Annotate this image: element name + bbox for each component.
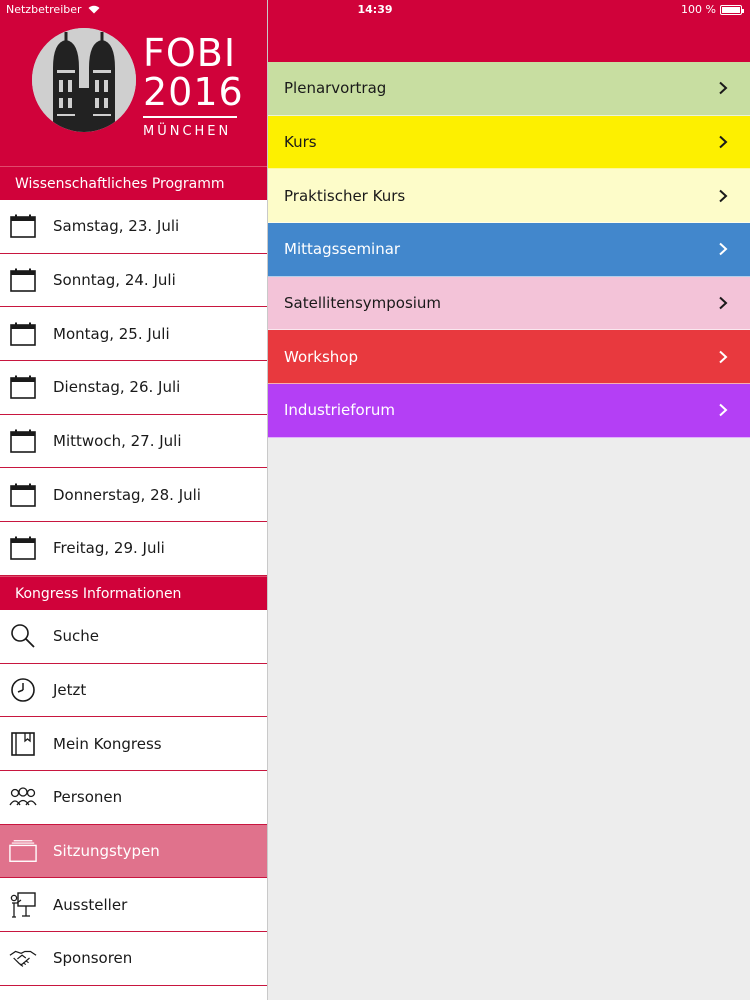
- logo-year: 2016: [143, 70, 244, 114]
- status-time: 14:39: [357, 3, 393, 16]
- sidebar-item-label: Dienstag, 26. Juli: [53, 378, 181, 397]
- calendar-icon: [9, 266, 37, 294]
- clock-icon: [9, 676, 37, 704]
- people-icon: [9, 783, 37, 811]
- sidebar-item-jetzt[interactable]: Jetzt: [0, 663, 267, 718]
- status-bar: Netzbetreiber 14:39 100 %: [0, 0, 750, 20]
- session-type-row-workshop[interactable]: Workshop: [268, 330, 750, 385]
- sidebar-item-sponsoren[interactable]: Sponsoren: [0, 931, 267, 986]
- sidebar-item-label: Sonntag, 24. Juli: [53, 271, 176, 290]
- section-header-programm: Wissenschaftliches Programm: [0, 166, 267, 200]
- sidebar-item-suche[interactable]: Suche: [0, 609, 267, 664]
- sidebar-item-day[interactable]: Sonntag, 24. Juli: [0, 253, 267, 308]
- sidebar-item-label: Donnerstag, 28. Juli: [53, 485, 201, 504]
- search-icon: [9, 622, 37, 650]
- sidebar-item-mein-kongress[interactable]: Mein Kongress: [0, 717, 267, 771]
- sidebar-item-day[interactable]: Dienstag, 26. Juli: [0, 361, 267, 415]
- chevron-right-icon: [718, 189, 730, 203]
- session-type-label: Industrieforum: [284, 401, 395, 420]
- session-type-row-mittagsseminar[interactable]: Mittagsseminar: [268, 223, 750, 277]
- sidebar-item-day[interactable]: Montag, 25. Juli: [0, 307, 267, 362]
- info-list: Suche Jetzt Mein Kongress Personen Sitzungst…: [0, 609, 267, 986]
- session-type-row-plenarvortrag[interactable]: Plenarvortrag: [268, 62, 750, 116]
- session-type-row-kurs[interactable]: Kurs: [268, 115, 750, 170]
- sidebar-item-day[interactable]: Donnerstag, 28. Juli: [0, 468, 267, 523]
- calendar-icon: [9, 320, 37, 348]
- sidebar-item-label: Samstag, 23. Juli: [53, 217, 180, 236]
- session-type-label: Praktischer Kurs: [284, 186, 406, 205]
- calendar-icon: [9, 481, 37, 509]
- logo-title: FOBI: [143, 31, 237, 75]
- session-types-panel: Plenarvortrag Kurs Praktischer Kurs Mittags…: [268, 0, 750, 1000]
- sidebar-item-label: Personen: [53, 788, 123, 807]
- session-type-label: Workshop: [284, 347, 359, 366]
- calendar-icon: [9, 534, 37, 562]
- sidebar-item-label: Mittwoch, 27. Juli: [53, 432, 182, 451]
- logo-divider: [143, 116, 237, 118]
- sidebar-item-label: Jetzt: [53, 680, 87, 699]
- chevron-right-icon: [718, 242, 730, 256]
- sidebar-item-personen[interactable]: Personen: [0, 770, 267, 825]
- bookmark-book-icon: [9, 730, 37, 758]
- logo-text: FOBI 2016 MÜNCHEN: [143, 34, 244, 139]
- section-header-info: Kongress Informationen: [0, 575, 267, 610]
- folders-icon: [9, 837, 37, 865]
- logo-area: FOBI 2016 MÜNCHEN: [0, 0, 267, 166]
- sidebar-item-sitzungstypen[interactable]: Sitzungstypen: [0, 824, 267, 879]
- sidebar-item-label: Aussteller: [53, 895, 128, 914]
- session-type-row-satellitensymposium[interactable]: Satellitensymposium: [268, 276, 750, 331]
- church-towers-icon: [32, 28, 136, 132]
- session-type-list: Plenarvortrag Kurs Praktischer Kurs Mittags…: [268, 62, 750, 438]
- frauenkirche-logo: [32, 28, 136, 132]
- session-type-row-industrieforum[interactable]: Industrieforum: [268, 384, 750, 438]
- calendar-icon: [9, 212, 37, 240]
- sidebar-item-day[interactable]: Freitag, 29. Juli: [0, 522, 267, 576]
- battery-label: 100 %: [681, 3, 716, 16]
- chevron-right-icon: [718, 81, 730, 95]
- status-right: 100 %: [681, 3, 744, 16]
- days-list: Samstag, 23. Juli Sonntag, 24. Juli Montag…: [0, 200, 267, 576]
- handshake-icon: [9, 944, 37, 972]
- sidebar-item-aussteller[interactable]: Aussteller: [0, 878, 267, 932]
- session-type-label: Satellitensymposium: [284, 294, 442, 313]
- battery-icon: [720, 4, 744, 15]
- sidebar-item-day[interactable]: Mittwoch, 27. Juli: [0, 414, 267, 469]
- sidebar-item-label: Mein Kongress: [53, 734, 162, 753]
- sidebar-item-label: Sponsoren: [53, 949, 133, 968]
- sidebar-item-label: Suche: [53, 627, 100, 646]
- sidebar-item-label: Montag, 25. Juli: [53, 324, 170, 343]
- sidebar-item-label: Sitzungstypen: [53, 841, 160, 860]
- session-type-row-praktischer-kurs[interactable]: Praktischer Kurs: [268, 169, 750, 224]
- calendar-icon: [9, 373, 37, 401]
- sidebar-item-day[interactable]: Samstag, 23. Juli: [0, 200, 267, 254]
- logo-city: MÜNCHEN: [143, 124, 232, 139]
- sidebar-item-label: Freitag, 29. Juli: [53, 539, 165, 558]
- chevron-right-icon: [718, 403, 730, 417]
- sidebar: FOBI 2016 MÜNCHEN Wissenschaftliches Pro…: [0, 0, 268, 1000]
- chevron-right-icon: [718, 296, 730, 310]
- chevron-right-icon: [718, 135, 730, 149]
- presenter-icon: [9, 891, 37, 919]
- chevron-right-icon: [718, 350, 730, 364]
- session-type-label: Kurs: [284, 133, 317, 152]
- calendar-icon: [9, 427, 37, 455]
- session-type-label: Mittagsseminar: [284, 240, 401, 259]
- session-type-label: Plenarvortrag: [284, 79, 387, 98]
